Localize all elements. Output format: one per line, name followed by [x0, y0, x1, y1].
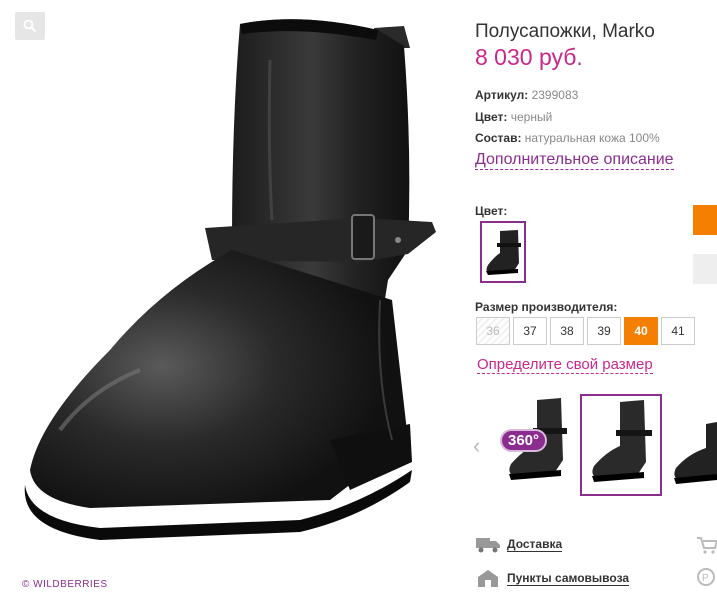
- product-photo[interactable]: © WILDBERRIES: [0, 0, 465, 602]
- boot-thumbnail: [674, 422, 717, 484]
- size-section-label: Размер производителя:: [475, 300, 618, 314]
- search-icon: [23, 19, 37, 33]
- truck-icon: [476, 538, 500, 553]
- color-swatch-black[interactable]: [480, 221, 526, 283]
- article-label: Артикул:: [475, 88, 529, 102]
- more-description-link[interactable]: Дополнительное описание: [475, 151, 674, 170]
- badge-360: 360°: [500, 429, 548, 452]
- thumbnail-360[interactable]: 360°: [495, 394, 577, 496]
- color-value: черный: [510, 110, 553, 124]
- color-row: Цвет: черный: [475, 110, 552, 124]
- cart-icon: [697, 537, 717, 554]
- delivery-label: Доставка: [507, 536, 563, 552]
- favorite-button[interactable]: [693, 254, 717, 284]
- boot-image: [24, 19, 436, 540]
- composition-label: Состав:: [475, 131, 522, 145]
- size-option-39[interactable]: 39: [587, 317, 621, 345]
- thumbnail-main[interactable]: [580, 394, 662, 496]
- size-option-36[interactable]: 36: [476, 317, 510, 345]
- pickup-points-link[interactable]: Пункты самовывоза: [476, 568, 630, 588]
- composition-row: Состав: натуральная кожа 100%: [475, 131, 660, 145]
- size-option-38[interactable]: 38: [550, 317, 584, 345]
- delivery-link[interactable]: Доставка: [476, 535, 563, 553]
- article-value: 2399083: [531, 88, 579, 102]
- boot-thumbnail: [592, 400, 652, 482]
- article-row: Артикул: 2399083: [475, 88, 578, 102]
- product-title: Полусапожки, Marko: [475, 21, 655, 42]
- add-to-cart-button[interactable]: [693, 205, 717, 235]
- zoom-button[interactable]: [15, 12, 45, 40]
- pickup-points-label: Пункты самовывоза: [507, 570, 630, 586]
- color-label: Цвет:: [475, 110, 508, 124]
- watermark: © WILDBERRIES: [22, 579, 108, 590]
- size-list: 36 37 38 39 40 41: [476, 317, 695, 345]
- boot-thumbnail: [486, 230, 521, 275]
- size-option-41[interactable]: 41: [661, 317, 695, 345]
- product-price: 8 030 руб.: [475, 44, 583, 70]
- size-option-37[interactable]: 37: [513, 317, 547, 345]
- composition-value: натуральная кожа 100%: [524, 131, 660, 145]
- chevron-left-icon[interactable]: ‹: [473, 433, 480, 459]
- find-size-link[interactable]: Определите свой размер: [477, 356, 653, 374]
- svg-text:P: P: [702, 573, 709, 584]
- size-option-40[interactable]: 40: [624, 317, 658, 345]
- pickup-point-icon: [478, 570, 498, 587]
- payment-icon: P: [697, 568, 715, 586]
- color-section-label: Цвет:: [475, 204, 508, 218]
- thumbnail-side[interactable]: [668, 394, 717, 496]
